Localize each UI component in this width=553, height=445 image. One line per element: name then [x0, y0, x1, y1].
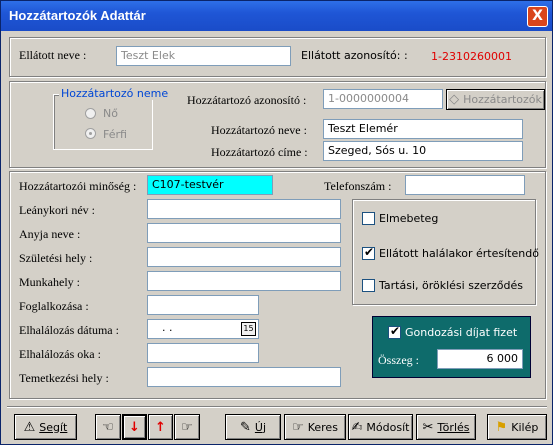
new-record-icon: ✎	[239, 419, 251, 435]
radio-no[interactable]	[85, 108, 96, 119]
elmebeteg-label: Elmebeteg	[379, 212, 439, 225]
modify-button-label: Módosít	[366, 420, 410, 434]
ertesitendo-label: Ellátott halálakor értesítendő	[379, 247, 539, 260]
minoseg-field[interactable]: C107-testvér	[147, 175, 273, 195]
search-button[interactable]: ☞ Keres	[284, 414, 346, 440]
radio-ferfi[interactable]	[85, 128, 96, 139]
hozzatartozo-cime-label: Hozzátartozó címe :	[211, 145, 308, 159]
szerzodes-checkbox[interactable]	[362, 279, 375, 292]
eraser-icon: ◇	[449, 92, 460, 107]
new-button[interactable]: ✎ Új	[225, 414, 281, 440]
elhalalozas-datuma-field[interactable]: . . 15	[147, 319, 259, 339]
delete-button-label: Törlés	[437, 420, 470, 434]
delete-icon: ✂	[422, 419, 434, 435]
minoseg-label: Hozzátartozói minőség :	[19, 179, 137, 193]
elhalalozas-oka-field[interactable]	[147, 343, 259, 363]
last-record-button[interactable]: ☞	[174, 414, 200, 440]
hand-right-icon: ☞	[181, 419, 193, 435]
fee-checkbox[interactable]	[388, 324, 401, 339]
gender-group-legend: Hozzátartozó neme	[59, 87, 171, 100]
hozzatartozo-neve-label: Hozzátartozó neve :	[211, 123, 307, 137]
delete-button[interactable]: ✂ Törlés	[416, 414, 476, 440]
previous-record-button[interactable]: ↑	[148, 414, 173, 440]
first-record-button[interactable]: ☜	[95, 414, 121, 440]
osszeg-label: Összeg :	[378, 353, 419, 367]
elmebeteg-checkbox[interactable]	[362, 212, 375, 225]
fee-checkbox-label: Gondozási díjat fizet	[405, 326, 518, 339]
elhalalozas-datuma-label: Elhalálozás dátuma :	[19, 323, 119, 337]
help-icon: ⚠	[23, 419, 36, 435]
exit-icon: ⚑	[495, 419, 508, 435]
gender-group	[53, 94, 153, 150]
elhalalozas-datuma-value: . .	[162, 321, 173, 334]
hozzatartozo-neve-field[interactable]: Teszt Elemér	[323, 119, 523, 139]
leanykori-field[interactable]	[147, 199, 341, 219]
temetkezesi-label: Temetkezési hely :	[19, 371, 109, 385]
arrow-up-icon: ↑	[155, 419, 166, 435]
leanykori-label: Leánykori név :	[19, 203, 95, 217]
ellatott-neve-field[interactable]: Teszt Elek	[116, 46, 291, 66]
ertesitendo-checkbox[interactable]	[362, 245, 375, 260]
hozzatartozok-button-label: Hozzátartozók	[463, 93, 542, 106]
osszeg-field[interactable]: 6 000	[437, 349, 523, 369]
szerzodes-label: Tartási, öröklési szerződés	[379, 279, 523, 292]
foglalkozasa-label: Foglalkozása :	[19, 299, 89, 313]
munkahely-label: Munkahely :	[19, 275, 80, 289]
calendar-icon[interactable]: 15	[241, 322, 256, 336]
hozzatartozo-azonosito-label: Hozzátartozó azonosító :	[187, 93, 307, 107]
radio-ferfi-label: Férfi	[103, 128, 127, 141]
exit-button-label: Kilép	[511, 420, 539, 434]
modify-icon: ✍	[351, 419, 363, 435]
anyja-label: Anyja neve :	[19, 227, 81, 241]
temetkezesi-field[interactable]	[147, 367, 341, 387]
ellatott-azonosito-value: 1-2310260001	[431, 50, 512, 63]
close-button[interactable]: X	[527, 6, 548, 27]
next-record-button[interactable]: ↓	[122, 414, 147, 440]
szuletesi-label: Születési hely :	[19, 251, 93, 265]
foglalkozasa-field[interactable]	[147, 295, 259, 315]
munkahely-field[interactable]	[147, 271, 341, 291]
search-button-label: Keres	[307, 420, 338, 434]
arrow-down-icon: ↓	[129, 419, 140, 435]
help-button-label: Segít	[39, 420, 68, 434]
ellatott-neve-label: Ellátott neve :	[19, 48, 87, 62]
radio-no-label: Nő	[103, 107, 118, 120]
window-title: Hozzátartozók Adattár	[9, 8, 146, 23]
exit-button[interactable]: ⚑ Kilép	[487, 414, 547, 440]
elhalalozas-oka-label: Elhalálozás oka :	[19, 347, 101, 361]
hozzatartozok-button[interactable]: ◇ Hozzátartozók	[446, 89, 545, 110]
window: Hozzátartozók Adattár X Ellátott neve : …	[0, 0, 553, 445]
search-icon: ☞	[292, 419, 304, 435]
title-bar[interactable]: Hozzátartozók Adattár X	[1, 1, 552, 31]
telefon-label: Telefonszám :	[324, 179, 392, 193]
anyja-field[interactable]	[147, 223, 341, 243]
toolbar-divider	[7, 406, 547, 408]
telefon-field[interactable]	[405, 175, 525, 195]
hozzatartozo-cime-field[interactable]: Szeged, Sós u. 10	[323, 141, 523, 161]
szuletesi-field[interactable]	[147, 247, 341, 267]
help-button[interactable]: ⚠ Segít	[14, 414, 77, 440]
ellatott-azonosito-label: Ellátott azonosító: :	[301, 49, 408, 62]
modify-button[interactable]: ✍ Módosít	[348, 414, 413, 440]
hozzatartozo-azonosito-field[interactable]: 1-0000000004	[323, 89, 443, 109]
new-button-label: Új	[254, 420, 266, 434]
hand-left-icon: ☜	[102, 419, 114, 435]
